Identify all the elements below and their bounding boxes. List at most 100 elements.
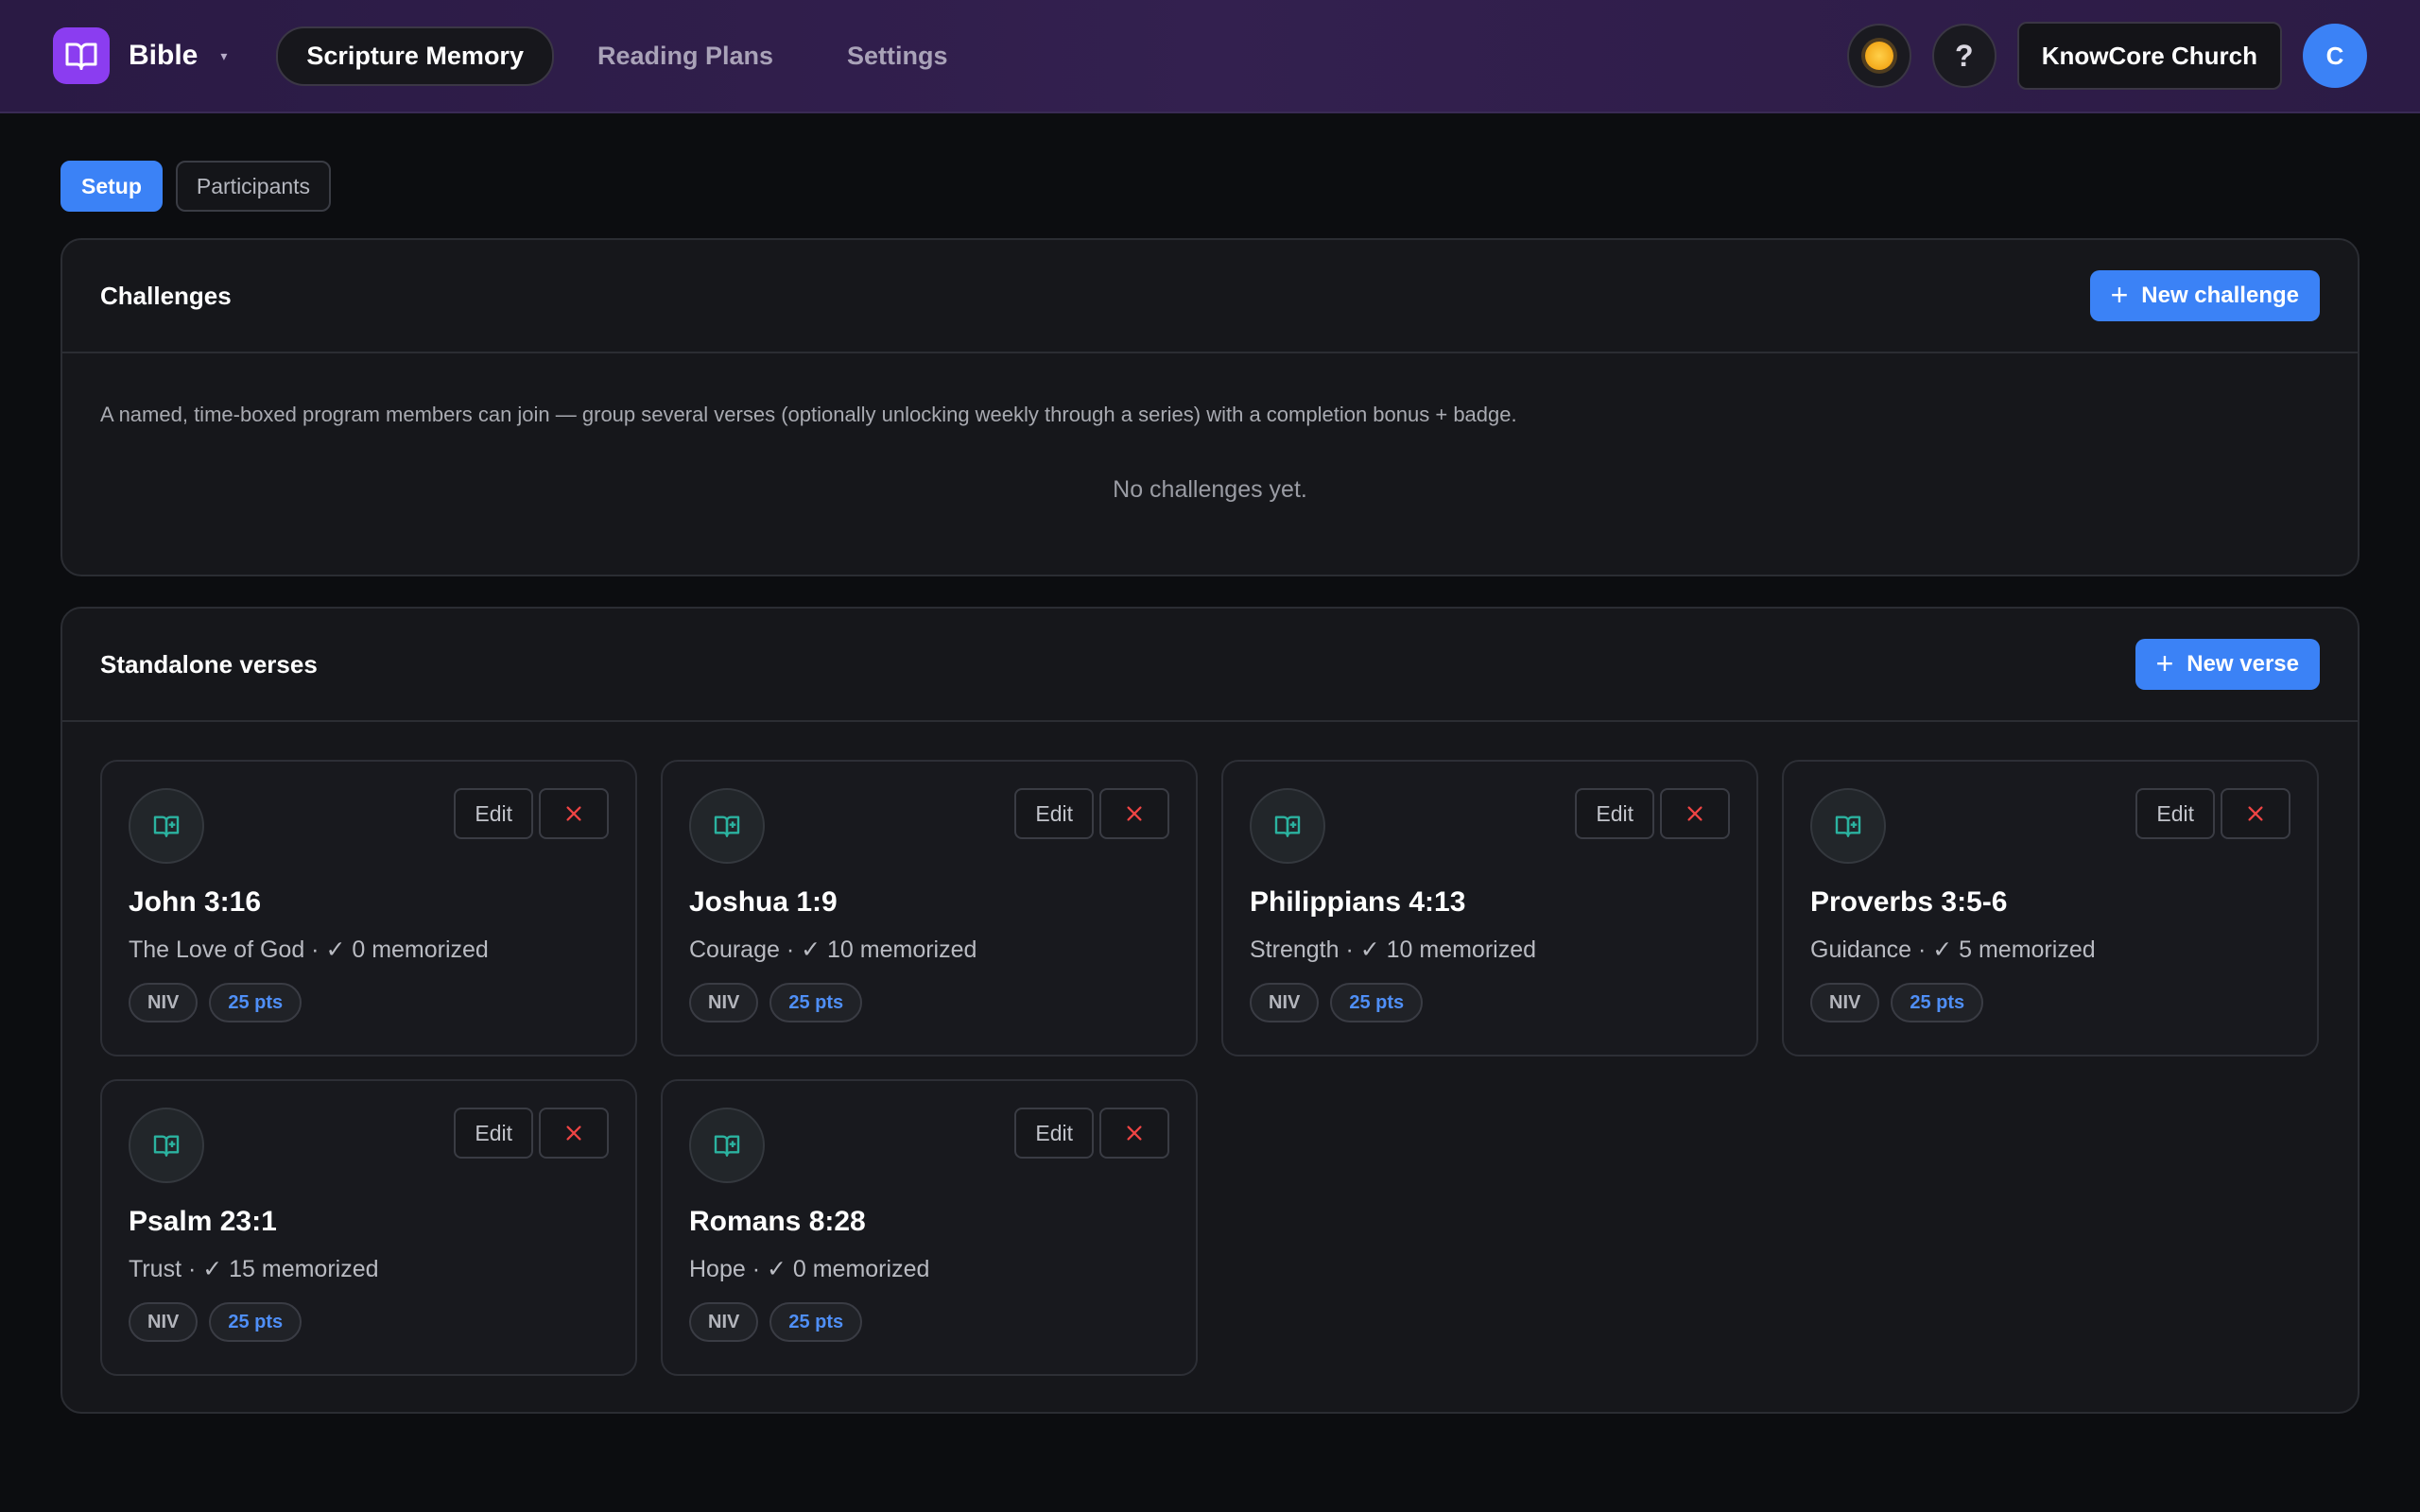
- tab-participants[interactable]: Participants: [175, 161, 332, 212]
- edit-button[interactable]: Edit: [454, 788, 533, 839]
- translation-badge: NIV: [689, 983, 759, 1022]
- challenges-empty-state: No challenges yet.: [1113, 476, 1307, 503]
- book-plus-icon: [689, 1108, 765, 1183]
- verse-tags: NIV 25 pts: [1250, 983, 1730, 1022]
- brand-switcher[interactable]: Bible ▾: [53, 27, 227, 84]
- translation-badge: NIV: [1810, 983, 1880, 1022]
- avatar[interactable]: C: [2303, 24, 2367, 88]
- card-actions: Edit: [454, 788, 609, 839]
- help-button[interactable]: ?: [1931, 24, 1996, 88]
- delete-button[interactable]: [1660, 788, 1730, 839]
- verse-tags: NIV 25 pts: [129, 983, 609, 1022]
- theme-toggle-button[interactable]: [1846, 24, 1911, 88]
- card-actions: Edit: [1014, 788, 1169, 839]
- challenges-title: Challenges: [100, 281, 232, 310]
- verse-tags: NIV 25 pts: [1810, 983, 2290, 1022]
- verse-reference: Romans 8:28: [689, 1206, 866, 1237]
- chevron-down-icon: ▾: [220, 47, 228, 63]
- verses-header: Standalone verses + New verse: [62, 609, 2358, 722]
- verse-tags: NIV 25 pts: [689, 983, 1169, 1022]
- delete-button[interactable]: [539, 1108, 609, 1159]
- new-verse-button[interactable]: + New verse: [2135, 639, 2320, 690]
- main-nav: Scripture Memory Reading Plans Settings: [276, 26, 977, 86]
- points-badge: 25 pts: [209, 983, 302, 1022]
- organization-button[interactable]: KnowCore Church: [2016, 22, 2282, 90]
- points-badge: 25 pts: [209, 1302, 302, 1342]
- verse-reference: Proverbs 3:5-6: [1810, 886, 2008, 918]
- card-actions: Edit: [1575, 788, 1730, 839]
- new-challenge-button[interactable]: + New challenge: [2089, 270, 2320, 321]
- edit-button[interactable]: Edit: [454, 1108, 533, 1159]
- verse-card[interactable]: Edit Philippians 4:13 Strength · ✓ 10 me…: [1221, 760, 1758, 1057]
- new-verse-label: New verse: [2187, 651, 2299, 677]
- verse-meta: The Love of God · ✓ 0 memorized: [129, 936, 489, 963]
- close-icon: [1127, 806, 1142, 821]
- sun-icon: [1864, 42, 1893, 70]
- verse-card[interactable]: Edit Joshua 1:9 Courage · ✓ 10 memorized…: [661, 760, 1198, 1057]
- challenges-description: A named, time-boxed program members can …: [100, 403, 1517, 426]
- edit-button[interactable]: Edit: [1014, 1108, 1094, 1159]
- delete-button[interactable]: [2221, 788, 2290, 839]
- verse-grid: Edit John 3:16 The Love of God · ✓ 0 mem…: [62, 722, 2358, 1414]
- nav-reading-plans[interactable]: Reading Plans: [567, 26, 804, 86]
- book-plus-icon: [1250, 788, 1325, 864]
- card-actions: Edit: [454, 1108, 609, 1159]
- book-plus-icon: [1810, 788, 1886, 864]
- book-plus-icon: [129, 788, 204, 864]
- translation-badge: NIV: [689, 1302, 759, 1342]
- card-actions: Edit: [1014, 1108, 1169, 1159]
- verses-title: Standalone verses: [100, 649, 318, 679]
- edit-button[interactable]: Edit: [1014, 788, 1094, 839]
- open-book-icon: [53, 27, 110, 84]
- nav-scripture-memory[interactable]: Scripture Memory: [276, 26, 554, 86]
- verse-tags: NIV 25 pts: [689, 1302, 1169, 1342]
- verse-card[interactable]: Edit John 3:16 The Love of God · ✓ 0 mem…: [100, 760, 637, 1057]
- card-actions: Edit: [2135, 788, 2290, 839]
- top-navigation-bar: Bible ▾ Scripture Memory Reading Plans S…: [0, 0, 2420, 113]
- verse-reference: Philippians 4:13: [1250, 886, 1466, 918]
- points-badge: 25 pts: [1891, 983, 1984, 1022]
- verse-card[interactable]: Edit Romans 8:28 Hope · ✓ 0 memorized NI…: [661, 1079, 1198, 1376]
- verse-meta: Hope · ✓ 0 memorized: [689, 1256, 930, 1282]
- challenges-panel: Challenges + New challenge A named, time…: [60, 238, 2360, 576]
- book-plus-icon: [129, 1108, 204, 1183]
- translation-badge: NIV: [129, 983, 199, 1022]
- verse-reference: Psalm 23:1: [129, 1206, 277, 1237]
- close-icon: [1127, 1125, 1142, 1141]
- edit-button[interactable]: Edit: [1575, 788, 1654, 839]
- plus-icon: +: [2110, 277, 2129, 312]
- edit-button[interactable]: Edit: [2135, 788, 2215, 839]
- verse-reference: Joshua 1:9: [689, 886, 838, 918]
- header-actions: ? KnowCore Church C: [1846, 22, 2367, 90]
- question-icon: ?: [1954, 38, 1974, 73]
- new-challenge-label: New challenge: [2141, 283, 2299, 308]
- points-badge: 25 pts: [769, 1302, 863, 1342]
- section-tabs: Setup Participants: [60, 161, 332, 212]
- verse-meta: Strength · ✓ 10 memorized: [1250, 936, 1537, 963]
- translation-badge: NIV: [129, 1302, 199, 1342]
- standalone-verses-panel: Standalone verses + New verse Edit John …: [60, 607, 2360, 1414]
- close-icon: [566, 1125, 581, 1141]
- verse-meta: Guidance · ✓ 5 memorized: [1810, 936, 2096, 963]
- translation-badge: NIV: [1250, 983, 1320, 1022]
- challenges-header: Challenges + New challenge: [62, 240, 2358, 353]
- points-badge: 25 pts: [1330, 983, 1424, 1022]
- close-icon: [2248, 806, 2263, 821]
- tab-setup[interactable]: Setup: [60, 161, 163, 212]
- verse-meta: Trust · ✓ 15 memorized: [129, 1256, 379, 1282]
- verse-card[interactable]: Edit Proverbs 3:5-6 Guidance · ✓ 5 memor…: [1782, 760, 2319, 1057]
- delete-button[interactable]: [539, 788, 609, 839]
- close-icon: [1687, 806, 1703, 821]
- close-icon: [566, 806, 581, 821]
- verse-reference: John 3:16: [129, 886, 262, 918]
- points-badge: 25 pts: [769, 983, 863, 1022]
- delete-button[interactable]: [1099, 1108, 1169, 1159]
- verse-tags: NIV 25 pts: [129, 1302, 609, 1342]
- book-plus-icon: [689, 788, 765, 864]
- plus-icon: +: [2155, 645, 2174, 680]
- verse-meta: Courage · ✓ 10 memorized: [689, 936, 977, 963]
- brand-name: Bible: [129, 40, 199, 71]
- delete-button[interactable]: [1099, 788, 1169, 839]
- nav-settings[interactable]: Settings: [817, 26, 978, 86]
- verse-card[interactable]: Edit Psalm 23:1 Trust · ✓ 15 memorized N…: [100, 1079, 637, 1376]
